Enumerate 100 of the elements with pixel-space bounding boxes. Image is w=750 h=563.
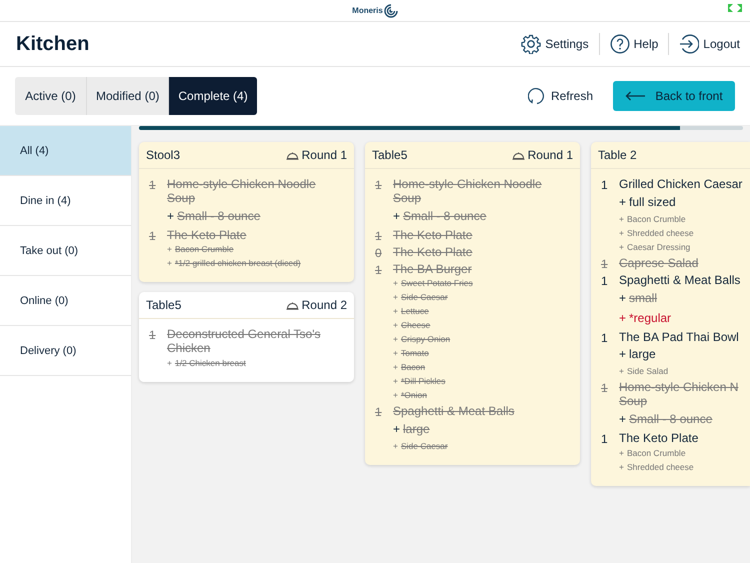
item-modifier: Side Caesar — [400, 292, 448, 302]
item-quantity: 1 — [601, 178, 609, 194]
item-modifier: large — [629, 347, 656, 362]
item-modifier: *regular — [629, 310, 672, 325]
item-modifier: Side Caesar — [400, 441, 448, 452]
plus-sign: + — [619, 448, 624, 458]
item-quantity: 1 — [601, 432, 609, 448]
round-label: Round 2 — [302, 298, 347, 312]
filter-tab[interactable]: Active (0) — [15, 77, 87, 115]
plus-sign: + — [393, 320, 398, 330]
expand-icon[interactable] — [728, 4, 742, 12]
filter-tab[interactable]: Modified (0) — [87, 77, 170, 115]
item-quantity: 1 — [149, 328, 157, 344]
item-name: Home-style Chicken Noodle Soup — [393, 178, 543, 206]
item-name: The BA Burger — [393, 262, 473, 276]
item-modifier: Cheese — [400, 320, 430, 330]
item-quantity: 1 — [375, 178, 383, 194]
plus-sign: + — [393, 334, 398, 344]
item-name: Spaghetti & Meat Balls — [393, 405, 516, 420]
settings-icon — [521, 34, 542, 54]
plus-sign: + — [619, 290, 626, 305]
item-modifier: Caesar Dressing — [626, 242, 690, 252]
item-name: The BA Pad Thai Bowl — [619, 330, 740, 344]
item-modifier: Crispy Onion — [400, 334, 450, 344]
item-modifier: Bacon Crumble — [626, 448, 686, 458]
refresh-button[interactable]: Refresh — [522, 86, 599, 106]
plus-sign: + — [393, 422, 400, 436]
help-icon — [610, 34, 630, 54]
item-quantity: 1 — [149, 178, 157, 194]
settings-button[interactable]: Settings — [519, 32, 591, 56]
plus-sign: + — [167, 244, 172, 254]
plus-sign: + — [619, 228, 624, 238]
sidebar-item[interactable]: All (4) — [0, 126, 131, 176]
plus-sign: + — [393, 348, 398, 358]
plus-sign: + — [393, 278, 398, 288]
plus-sign: + — [619, 412, 626, 426]
plus-sign: + — [167, 258, 172, 268]
item-modifier: Sweet Potato Fries — [400, 278, 473, 288]
plus-sign: + — [619, 242, 624, 252]
sidebar-item[interactable]: Take out (0) — [0, 226, 131, 276]
order-table-name: Table 2 — [598, 148, 637, 162]
refresh-icon — [528, 87, 546, 105]
plus-sign: + — [393, 362, 398, 372]
item-name: The Keto Plate — [619, 432, 700, 446]
item-modifier: Lettuce — [400, 306, 429, 316]
order-table-name: Stool3 — [146, 148, 180, 162]
plus-sign: + — [393, 292, 398, 302]
round-label: Round 1 — [528, 148, 573, 162]
item-modifier: Small - 8 ounce — [403, 208, 486, 223]
help-button[interactable]: Help — [608, 32, 660, 56]
item-name: The Keto Plate — [393, 246, 474, 260]
sidebar-item[interactable]: Dine in (4) — [0, 176, 131, 226]
item-modifier: Bacon Crumble — [626, 214, 686, 224]
sidebar-item[interactable]: Delivery (0) — [0, 326, 131, 376]
left-arrow-icon — [625, 91, 646, 101]
item-quantity: 1 — [601, 256, 609, 271]
plus-sign: + — [167, 208, 174, 223]
item-modifier: large — [403, 422, 430, 436]
filter-tab[interactable]: Complete (4) — [169, 77, 257, 115]
plus-sign: + — [619, 347, 626, 362]
item-quantity: 0 — [375, 246, 383, 260]
order-table-name: Table5 — [372, 148, 408, 162]
item-name: Home-style Chicken Noodle Soup — [167, 178, 317, 206]
back-to-front-button[interactable]: Back to front — [613, 81, 735, 111]
item-modifier: Bacon — [400, 362, 426, 372]
cloche-icon — [286, 300, 299, 310]
cloche-icon — [512, 150, 525, 160]
plus-sign: + — [619, 214, 624, 224]
swirl-logo-icon — [384, 4, 398, 18]
plus-sign: + — [619, 366, 624, 376]
item-modifier: *Onion — [400, 390, 427, 400]
item-modifier: 1/2 Chicken breast — [174, 358, 246, 368]
brand-name: Moneris — [352, 6, 383, 15]
cloche-icon — [286, 150, 299, 160]
plus-sign: + — [619, 310, 626, 325]
item-name: Caprese Salad — [619, 256, 700, 271]
plus-sign: + — [393, 390, 398, 400]
item-modifier: Shredded cheese — [626, 462, 694, 472]
item-modifier: Shredded cheese — [626, 228, 694, 238]
item-modifier: *1/2 grilled chicken breast (diced) — [174, 258, 301, 268]
item-modifier: Small - 8 ounce — [629, 412, 712, 426]
round-label: Round 1 — [302, 148, 347, 162]
sidebar-item[interactable]: Online (0) — [0, 276, 131, 326]
plus-sign: + — [393, 306, 398, 316]
item-quantity: 1 — [375, 228, 383, 243]
plus-sign: + — [393, 441, 398, 452]
logout-button[interactable]: Logout — [677, 32, 742, 56]
item-quantity: 1 — [601, 381, 609, 398]
plus-sign: + — [619, 194, 626, 209]
item-name: Deconstructed General Tso's Chicken — [167, 328, 322, 356]
item-quantity: 1 — [149, 228, 157, 245]
page-title: Kitchen — [16, 32, 90, 56]
order-table-name: Table5 — [146, 298, 182, 312]
plus-sign: + — [393, 208, 400, 223]
item-name: Home-style Chicken N Soup — [619, 381, 740, 409]
logout-icon — [679, 34, 700, 54]
item-quantity: 1 — [375, 262, 383, 279]
item-modifier: Bacon Crumble — [174, 244, 234, 254]
item-modifier: Side Salad — [626, 366, 668, 376]
item-modifier: small — [629, 290, 658, 305]
